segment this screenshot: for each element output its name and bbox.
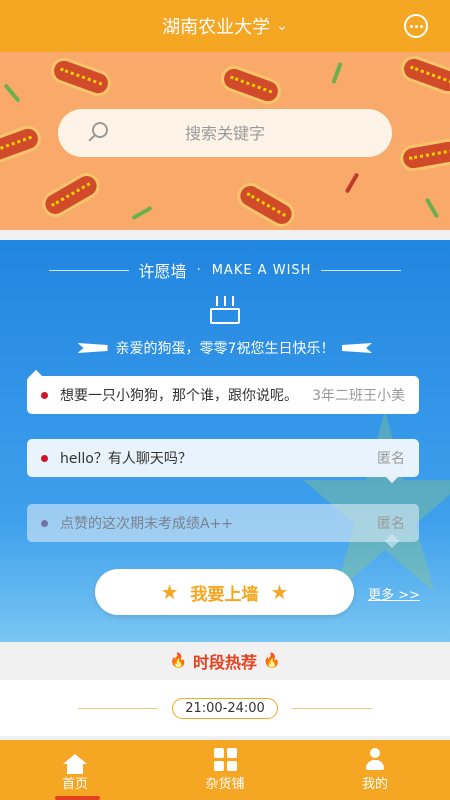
banner xyxy=(0,52,450,230)
divider xyxy=(291,707,372,709)
tab-store[interactable]: 杂货铺 xyxy=(150,740,300,800)
wish-text: 想要一只小狗狗，那个谁，跟你说呢。 xyxy=(60,388,298,404)
bubble-tail xyxy=(28,369,44,385)
wish-wall-header: 许愿墙 · MAKE A WISH xyxy=(0,258,450,282)
grid-icon xyxy=(213,747,237,771)
divider xyxy=(78,707,159,709)
wish-author: 匿名 xyxy=(377,451,405,467)
search-bar[interactable] xyxy=(58,109,392,157)
birthday-message: 亲爱的狗蛋，零零7祝您生日快乐！ xyxy=(115,341,335,357)
more-link[interactable]: 更多 >> xyxy=(368,584,420,603)
hotdog-decoration xyxy=(0,122,45,168)
hotdog-decoration xyxy=(397,52,450,98)
post-wish-button[interactable]: ★ 我要上墙 ★ xyxy=(95,569,354,615)
wish-text: hello？有人聊天吗？ xyxy=(60,451,192,467)
chevron-down-icon: ⌄ xyxy=(276,18,288,34)
search-input[interactable] xyxy=(58,123,392,143)
confetti-decoration xyxy=(3,83,21,103)
post-wish-label: 我要上墙 xyxy=(190,584,259,605)
tab-label: 我的 xyxy=(361,777,388,792)
school-name: 湖南农业大学 xyxy=(162,17,271,38)
hotdog-decoration xyxy=(232,178,300,230)
home-icon xyxy=(63,754,87,774)
confetti-decoration xyxy=(131,205,153,221)
bullet-icon xyxy=(41,519,48,527)
hotdog-decoration xyxy=(217,62,285,108)
wish-author: 匿名 xyxy=(377,516,405,532)
confetti-decoration xyxy=(424,197,440,219)
wish-title-zh: 许愿墙 xyxy=(138,262,187,281)
star-icon: ★ xyxy=(160,580,179,604)
ribbon-left-icon xyxy=(77,343,108,353)
user-icon xyxy=(364,748,386,770)
bullet-icon xyxy=(41,391,48,399)
time-slot: 21:00-24:00 xyxy=(0,680,450,736)
time-range-badge[interactable]: 21:00-24:00 xyxy=(172,697,278,719)
tab-home[interactable]: 首页 xyxy=(0,740,150,800)
hotdog-decoration xyxy=(398,136,450,174)
wish-message[interactable]: 点赞的这次期末考成绩A++ 匿名 xyxy=(27,504,419,549)
hot-section-title: 时段热荐 xyxy=(192,653,257,672)
school-selector[interactable]: 湖南农业大学 ⌄ xyxy=(162,13,288,39)
tab-label: 首页 xyxy=(61,777,88,792)
birthday-cake-icon xyxy=(210,296,240,324)
wish-author: 3年二班王小美 xyxy=(312,388,405,404)
wish-message[interactable]: hello？有人聊天吗？ 匿名 xyxy=(27,439,419,484)
wish-message[interactable]: 想要一只小狗狗，那个谁，跟你说呢。 3年二班王小美 xyxy=(27,369,419,414)
fire-icon: 🔥 xyxy=(169,653,187,669)
ribbon-right-icon xyxy=(342,343,372,353)
bottom-tab-bar: 首页 杂货铺 我的 xyxy=(0,740,450,800)
divider xyxy=(321,269,402,271)
star-icon: ★ xyxy=(270,580,289,604)
hotdog-decoration xyxy=(37,168,105,222)
bullet-icon xyxy=(41,454,48,462)
hotdog-decoration xyxy=(47,54,115,100)
chat-bubble-icon[interactable] xyxy=(404,14,428,38)
birthday-banner: 亲爱的狗蛋，零零7祝您生日快乐！ xyxy=(0,338,450,358)
top-bar: 湖南农业大学 ⌄ xyxy=(0,0,450,52)
title-separator: · xyxy=(196,262,202,278)
wish-text: 点赞的这次期末考成绩A++ xyxy=(60,516,234,532)
tab-label: 杂货铺 xyxy=(205,777,245,792)
search-icon xyxy=(92,122,108,138)
fire-icon: 🔥 xyxy=(263,653,281,669)
tab-profile[interactable]: 我的 xyxy=(300,740,450,800)
wish-title-en: MAKE A WISH xyxy=(211,262,312,278)
confetti-decoration xyxy=(331,61,343,85)
confetti-decoration xyxy=(344,172,360,194)
divider xyxy=(48,269,129,271)
hot-section-header: 🔥 时段热荐 🔥 xyxy=(0,642,450,680)
wish-wall: 许愿墙 · MAKE A WISH 亲爱的狗蛋，零零7祝您生日快乐！ 想要一只小… xyxy=(0,240,450,642)
